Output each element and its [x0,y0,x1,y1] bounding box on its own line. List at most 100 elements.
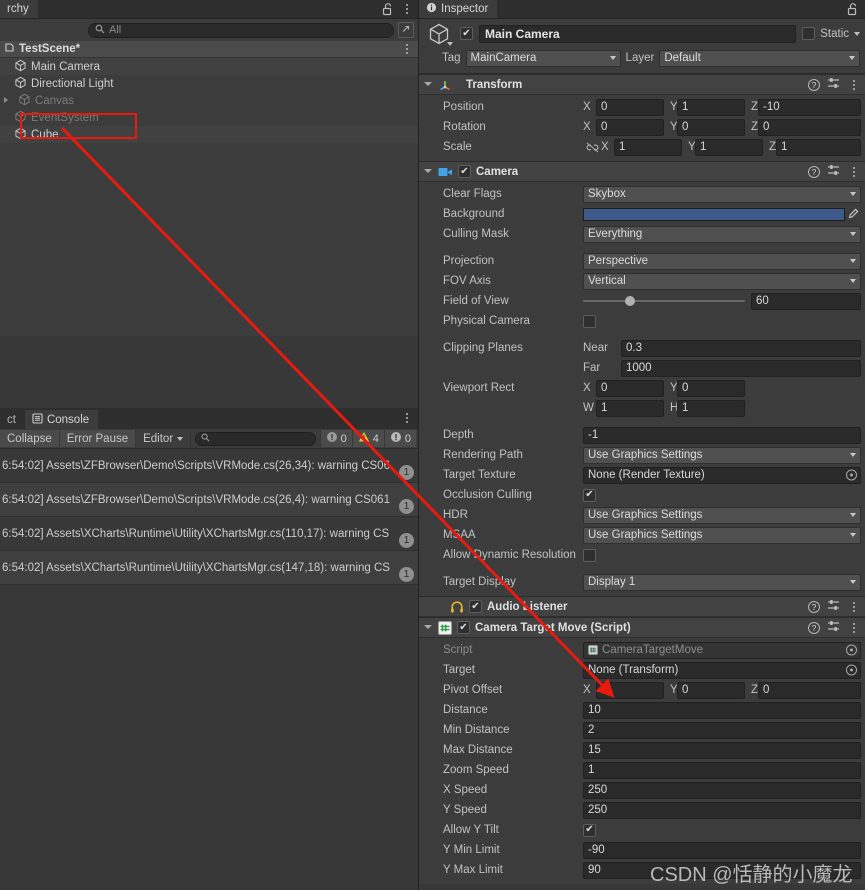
console-search-input[interactable] [195,431,316,446]
broken-link-icon[interactable] [583,142,601,153]
rect-a-field[interactable]: 0 [596,379,664,397]
warning-count[interactable]: 4 [351,430,384,447]
hierarchy-search-input[interactable] [88,22,394,38]
tab-project[interactable]: ct [0,410,25,429]
component-header[interactable]: Camera ? [419,161,865,182]
layer-dropdown[interactable]: Default [659,49,860,67]
property-checkbox[interactable] [583,823,596,837]
rect-a-field[interactable]: 1 [596,399,664,417]
property-dropdown[interactable]: Use Graphics Settings [583,506,861,524]
hierarchy-item-eventsystem[interactable]: EventSystem [0,109,418,126]
slider-value-field[interactable]: 60 [751,292,861,310]
object-reference-field[interactable]: None (Transform) [583,661,861,679]
color-swatch[interactable] [583,207,845,221]
hierarchy-menu-icon[interactable] [400,4,414,14]
property-dropdown[interactable]: Use Graphics Settings [583,446,861,464]
rect-b-field[interactable]: 1 [677,399,745,417]
chevron-down-icon[interactable] [424,623,433,632]
slider-track[interactable] [583,296,745,306]
property-dropdown[interactable]: Display 1 [583,573,861,591]
component-enabled-checkbox[interactable] [457,621,470,634]
lock-open-icon[interactable] [382,2,394,16]
object-reference-field[interactable]: None (Render Texture) [583,466,861,484]
slider-knob[interactable] [625,296,636,306]
component-header[interactable]: Camera Target Move (Script) ? [419,617,865,638]
console-menu-icon[interactable] [400,413,414,423]
error-count[interactable]: 0 [383,430,416,447]
property-dropdown[interactable]: Use Graphics Settings [583,526,861,544]
vector-z-field[interactable]: -10 [758,98,861,116]
vector-x-field[interactable]: 1 [614,138,682,156]
object-reference-field[interactable]: CameraTargetMove [583,641,861,659]
console-log-row[interactable]: 6:54:02] Assets\ZFBrowser\Demo\Scripts\V… [0,449,418,483]
property-text-field[interactable]: 10 [583,701,861,719]
static-checkbox[interactable] [802,27,816,40]
editor-dropdown-button[interactable]: Editor [136,430,192,447]
chevron-down-icon[interactable] [424,80,433,89]
lock-open-icon[interactable] [847,2,859,16]
vector-x-field[interactable]: 0 [596,681,664,699]
component-menu-icon[interactable] [847,166,861,177]
vector-z-field[interactable]: 1 [776,138,861,156]
chevron-down-icon[interactable] [424,167,433,176]
property-text-field[interactable]: 250 [583,781,861,799]
gameobject-name-field[interactable]: Main Camera [479,24,797,43]
property-checkbox[interactable] [583,488,596,502]
property-checkbox[interactable] [583,314,596,328]
property-text-field[interactable]: -90 [583,841,861,859]
preset-icon[interactable] [827,164,840,179]
pair-value-field[interactable]: 1000 [621,359,861,377]
property-checkbox[interactable] [583,548,596,562]
property-dropdown[interactable]: Vertical [583,272,861,290]
tab-inspector[interactable]: Inspector [419,0,498,18]
vector-x-field[interactable]: 0 [596,118,664,136]
hierarchy-item-cube[interactable]: Cube [0,126,418,143]
property-text-field[interactable]: 15 [583,741,861,759]
object-picker-icon[interactable] [846,664,857,676]
eyedropper-icon[interactable] [845,208,861,220]
property-dropdown[interactable]: Everything [583,225,861,243]
static-dropdown-icon[interactable] [854,31,860,36]
tab-console[interactable]: Console [24,410,99,429]
pair-value-field[interactable]: 0.3 [621,339,861,357]
console-log-row[interactable]: 6:54:02] Assets\XCharts\Runtime\Utility\… [0,551,418,585]
chevron-right-icon[interactable] [3,96,12,105]
component-menu-icon[interactable] [847,601,861,612]
component-enabled-checkbox[interactable] [458,165,471,178]
hierarchy-item-directional-light[interactable]: Directional Light [0,75,418,92]
expand-window-icon[interactable] [398,22,414,38]
component-header[interactable]: Audio Listener ? [419,596,865,617]
property-text-field[interactable]: 250 [583,801,861,819]
property-text-field[interactable]: 2 [583,721,861,739]
object-picker-icon[interactable] [846,469,857,481]
preset-icon[interactable] [827,77,840,92]
component-enabled-checkbox[interactable] [469,600,482,613]
help-icon[interactable]: ? [808,600,820,613]
vector-y-field[interactable]: 1 [677,98,745,116]
component-header[interactable]: Transform ? [419,74,865,95]
error-pause-button[interactable]: Error Pause [59,430,137,447]
vector-x-field[interactable]: 0 [596,98,664,116]
hierarchy-item-main-camera[interactable]: Main Camera [0,58,418,75]
property-text-field[interactable]: -1 [583,426,861,444]
vector-z-field[interactable]: 0 [758,681,861,699]
help-icon[interactable]: ? [808,165,820,178]
console-log-list[interactable]: 6:54:02] Assets\ZFBrowser\Demo\Scripts\V… [0,449,418,585]
collapse-button[interactable]: Collapse [0,430,60,447]
object-picker-icon[interactable] [846,644,857,656]
tag-dropdown[interactable]: MainCamera [465,49,621,67]
vector-z-field[interactable]: 0 [758,118,861,136]
preset-icon[interactable] [827,599,840,614]
hierarchy-scene-row[interactable]: TestScene* [0,41,418,58]
property-text-field[interactable]: 90 [583,861,861,879]
tab-hierarchy[interactable]: rchy [0,0,38,18]
console-log-row[interactable]: 6:54:02] Assets\XCharts\Runtime\Utility\… [0,517,418,551]
console-log-row[interactable]: 6:54:02] Assets\ZFBrowser\Demo\Scripts\V… [0,483,418,517]
help-icon[interactable]: ? [808,621,820,634]
gameobject-enabled-checkbox[interactable] [460,27,473,40]
property-dropdown[interactable]: Skybox [583,185,861,203]
hierarchy-item-canvas[interactable]: Canvas [0,92,418,109]
component-menu-icon[interactable] [847,79,861,90]
property-text-field[interactable]: 1 [583,761,861,779]
vector-y-field[interactable]: 0 [677,681,745,699]
